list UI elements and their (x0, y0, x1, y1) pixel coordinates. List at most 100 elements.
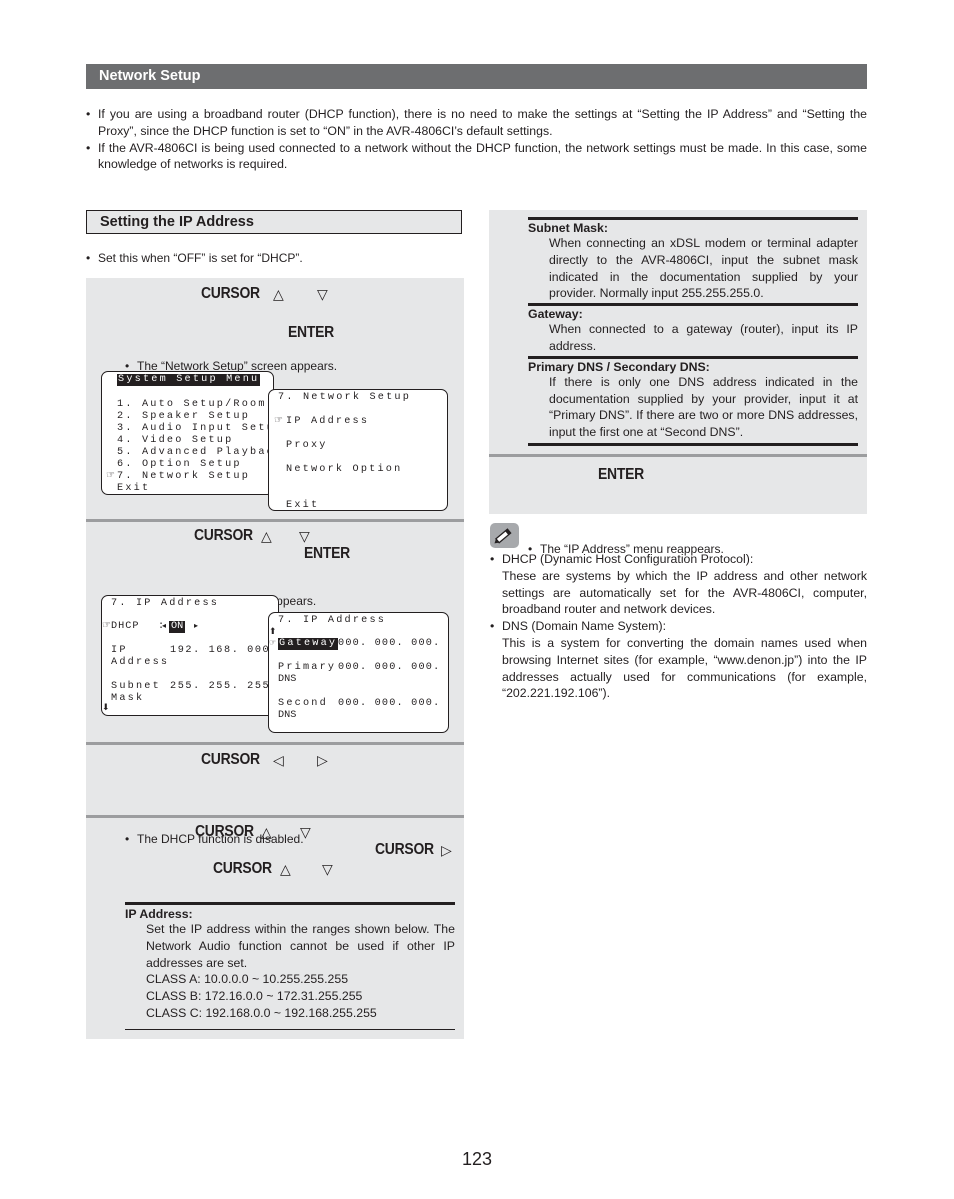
ip-class-c: CLASS C: 192.168.0.0 ~ 192.168.255.255 (146, 1005, 377, 1020)
osd-ip-label: Address (111, 657, 170, 668)
cursor-up-icon: △ (280, 861, 291, 877)
note-body: These are systems by which the IP addres… (502, 568, 867, 617)
osd-cursor-icon: ☞ (102, 621, 112, 632)
osd-second-dns-label: DNS (278, 710, 297, 721)
step-divider (489, 454, 867, 457)
osd-second-dns-value: 000. 000. 000. 000 (338, 698, 448, 709)
osd-dhcp-value: ON (169, 621, 186, 633)
cursor-key-label: CURSOR (201, 285, 260, 302)
subsection-header: Setting the IP Address (86, 210, 462, 234)
definition-rule (528, 217, 858, 220)
subsection-title: Setting the IP Address (100, 214, 254, 230)
definitions-right: Subnet Mask: When connecting an xDSL mod… (528, 217, 858, 446)
cursor-key-label: CURSOR (213, 860, 272, 877)
step-divider (86, 742, 464, 745)
osd-title: 7. Network Setup (278, 392, 412, 403)
cursor-key-label: CURSOR (194, 527, 253, 544)
step5-enter: ENTER (598, 466, 649, 484)
note-body: This is a system for converting the doma… (502, 635, 867, 701)
osd-title: System Setup Menu (117, 374, 261, 386)
cursor-key-label: CURSOR (375, 841, 434, 858)
osd-cursor-icon: ☞ (269, 639, 277, 648)
intro-bullets: If you are using a broadband router (DHC… (86, 106, 867, 173)
osd-primary-dns-label: Primary (278, 662, 337, 673)
osd-system-setup-menu: System Setup Menu 1. Auto Setup/Room EQ … (101, 371, 274, 495)
definition-term: Gateway: (528, 307, 583, 322)
enter-key-label: ENTER (288, 324, 334, 341)
definition-rule (528, 303, 858, 307)
section-header: Network Setup (86, 64, 867, 89)
osd-gateway-label: Gateway (278, 638, 339, 650)
osd-menu-item: 5. Advanced Playback (117, 447, 274, 458)
osd-primary-dns-label: DNS (278, 674, 297, 685)
osd-menu-item-selected: 7. Network Setup (117, 471, 251, 482)
notes-list: DHCP (Dynamic Host Configuration Protoco… (490, 551, 867, 702)
osd-primary-dns-value: 000. 000. 000. 000 (338, 662, 448, 673)
note-item: DHCP (Dynamic Host Configuration Protoco… (490, 551, 867, 618)
scroll-up-icon: ⬆ (269, 627, 277, 637)
ip-class-b: CLASS B: 172.16.0.0 ~ 172.31.255.255 (146, 989, 363, 1004)
cursor-down-icon: ▽ (299, 528, 310, 544)
step4-cursor-line-2: CURSOR △ ▽ (213, 860, 333, 878)
osd-ip-label: IP (111, 645, 128, 656)
osd-title: 7. IP Address (278, 615, 387, 626)
osd-ip-address-2: 7. IP Address ⬆ ☞ Gateway 000. 000. 000.… (268, 612, 449, 733)
osd-right-arrow-icon: ▸ (194, 622, 199, 631)
cursor-up-icon: △ (261, 528, 272, 544)
osd-menu-item: 2. Speaker Setup (117, 411, 251, 422)
osd-cursor-icon: ☞ (274, 416, 284, 427)
cursor-up-icon: △ (261, 824, 272, 840)
osd-subnet-label: Subnet (111, 681, 161, 692)
osd-menu-item: Proxy (286, 440, 328, 451)
cursor-down-icon: ▽ (317, 286, 328, 302)
osd-ip-address-1: 7. IP Address ☞ DHCP : ◂ ON ▸ IP Address… (101, 595, 279, 716)
osd-menu-item: Exit (286, 500, 320, 511)
definition-rule (125, 902, 455, 905)
step-divider (86, 815, 464, 818)
enter-key-label: ENTER (304, 545, 350, 562)
definition-rule (528, 442, 858, 446)
osd-dhcp-label: DHCP (111, 621, 140, 632)
osd-menu-item: Network Option (286, 464, 403, 475)
cursor-down-icon: ▽ (300, 824, 311, 840)
step2-enter: ENTER (304, 545, 355, 563)
cursor-right-icon: ▷ (317, 752, 328, 768)
osd-menu-item-selected: IP Address (286, 416, 370, 427)
step4-cursor-line-1: CURSOR △ ▽ (195, 823, 311, 841)
osd-left-arrow-icon: ◂ (162, 622, 167, 631)
step1-cursor-line: CURSOR △ ▽ (201, 285, 328, 303)
intro-bullet: If the AVR-4806CI is being used connecte… (86, 140, 867, 174)
step3-cursor-line: CURSOR ◁ ▷ (201, 751, 328, 769)
osd-network-setup: 7. Network Setup ☞ IP Address Proxy Netw… (268, 389, 448, 511)
osd-title: 7. IP Address (111, 598, 220, 609)
note-item: DNS (Domain Name System): This is a syst… (490, 618, 867, 702)
note-title: DNS (Domain Name System): (502, 619, 666, 634)
intro-bullet: If you are using a broadband router (DHC… (86, 106, 867, 140)
step2-cursor-line: CURSOR △ ▽ (194, 527, 310, 545)
definition-body: When connected to a gateway (router), in… (549, 322, 858, 353)
definition-rule (125, 1028, 455, 1030)
enter-key-label: ENTER (598, 466, 644, 483)
scroll-down-icon: ⬇ (102, 703, 110, 713)
step1-enter: ENTER (288, 324, 339, 342)
cursor-left-icon: ◁ (273, 752, 284, 768)
osd-menu-item: 4. Video Setup (117, 435, 234, 446)
pencil-icon (490, 523, 519, 548)
step4-cursor-right: CURSOR ▷ (375, 841, 452, 859)
osd-cursor-icon: ☞ (106, 471, 116, 482)
osd-second-dns-label: Second (278, 698, 328, 709)
ip-class-a: CLASS A: 10.0.0.0 ~ 10.255.255.255 (146, 972, 349, 987)
cursor-up-icon: △ (273, 286, 284, 302)
osd-menu-item: 6. Option Setup (117, 459, 242, 470)
osd-menu-item: 1. Auto Setup/Room EQ (117, 399, 267, 410)
subsection-note: Set this when “OFF” is set for “DHCP”. (86, 251, 474, 265)
definition-ip-address: IP Address: Set the IP address within th… (125, 902, 455, 1030)
cursor-key-label: CURSOR (195, 823, 254, 840)
section-title: Network Setup (99, 68, 201, 84)
definition-body: Set the IP address within the ranges sho… (146, 922, 455, 970)
cursor-down-icon: ▽ (322, 861, 333, 877)
osd-subnet-value: 255. 255. 255. 000 (170, 681, 278, 692)
definition-body: If there is only one DNS address indicat… (549, 374, 858, 440)
note-title: DHCP (Dynamic Host Configuration Protoco… (502, 552, 754, 566)
definition-rule (528, 355, 858, 359)
